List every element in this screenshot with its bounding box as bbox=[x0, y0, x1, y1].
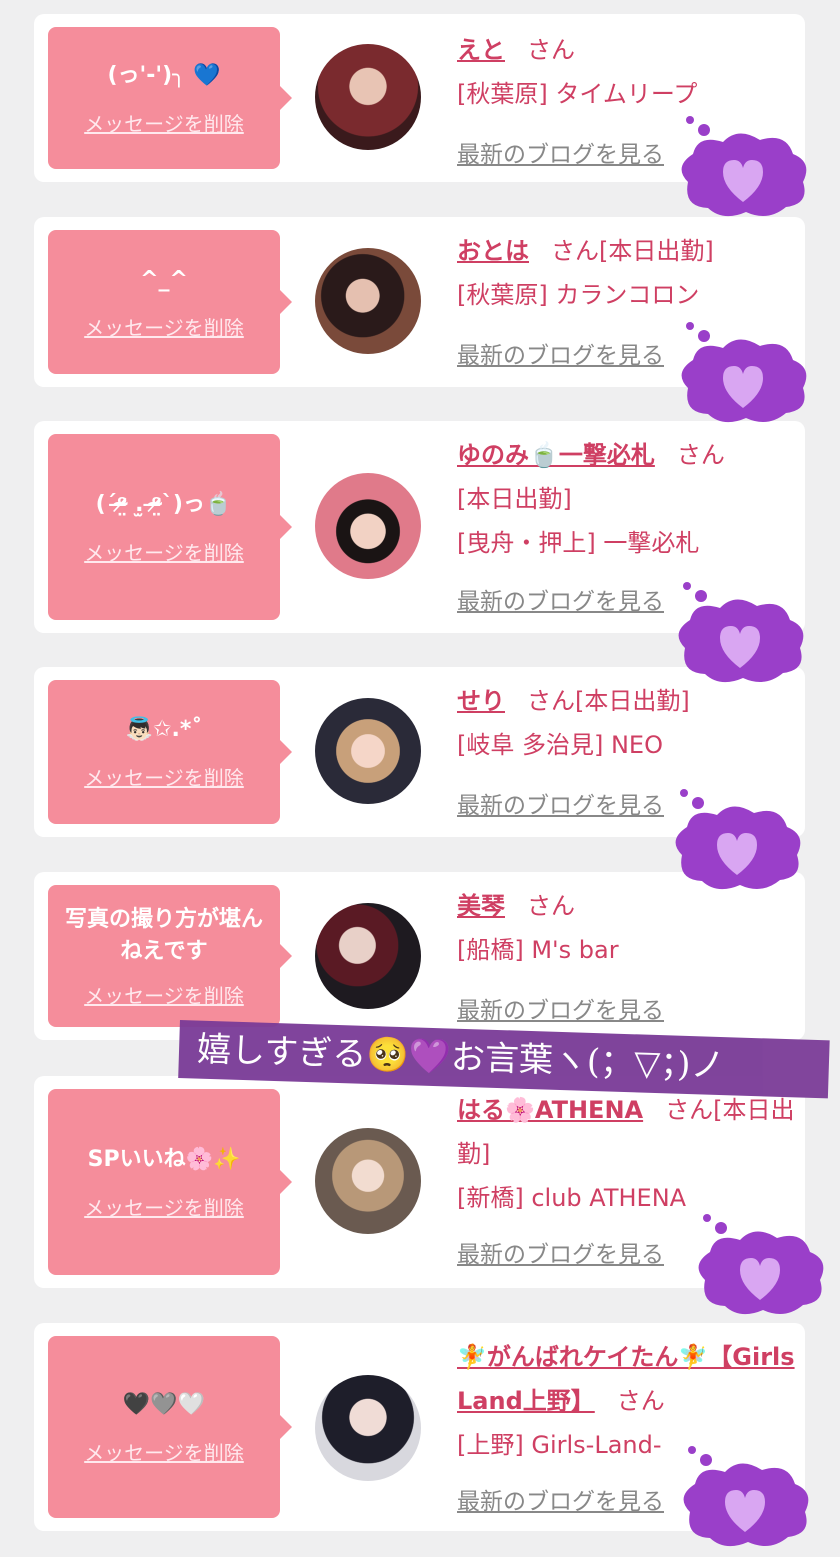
delete-message-link[interactable]: メッセージを削除 bbox=[84, 1192, 244, 1221]
delete-message-link[interactable]: メッセージを削除 bbox=[84, 537, 244, 566]
honorific: さん bbox=[665, 1096, 714, 1124]
honorific: さん bbox=[527, 892, 575, 920]
message-bubble: (ˊᵒ̴̶̷̤ .̫ ᵒ̴̶̷̤ˋ)っ🍵 メッセージを削除 bbox=[48, 434, 292, 620]
profile-info: 美琴 さん [船橋] M's bar 最新のブログを見る bbox=[457, 884, 797, 1033]
honorific: さん bbox=[527, 36, 575, 64]
attendance-status: [本日出勤] bbox=[599, 237, 714, 265]
delete-message-link[interactable]: メッセージを削除 bbox=[84, 762, 244, 791]
latest-blog-link[interactable]: 最新のブログを見る bbox=[457, 142, 664, 168]
message-bubble: ^_^ メッセージを削除 bbox=[48, 230, 292, 374]
latest-blog-link[interactable]: 最新のブログを見る bbox=[457, 343, 664, 369]
honorific: さん bbox=[551, 237, 599, 265]
message-bubble: 👼🏻✩.*˚ メッセージを削除 bbox=[48, 680, 292, 824]
profile-name-link[interactable]: ゆのみ🍵一撃必札 bbox=[457, 441, 655, 469]
message-text: (ˊᵒ̴̶̷̤ .̫ ᵒ̴̶̷̤ˋ)っ🍵 bbox=[95, 491, 233, 517]
profile-name-link[interactable]: せり bbox=[457, 687, 505, 715]
profile-name-link[interactable]: えと bbox=[457, 36, 505, 64]
shop-label: [秋葉原] カランコロン bbox=[457, 281, 700, 309]
attendance-status: [本日出勤] bbox=[457, 485, 572, 513]
attendance-status: [本日出勤] bbox=[575, 687, 690, 715]
message-text: 🖤🩶🤍 bbox=[122, 1391, 206, 1417]
avatar[interactable] bbox=[315, 473, 421, 579]
latest-blog-link[interactable]: 最新のブログを見る bbox=[457, 998, 664, 1024]
latest-blog-link[interactable]: 最新のブログを見る bbox=[457, 793, 664, 819]
purple-heart-cloud-sticker bbox=[681, 116, 807, 217]
message-text: (っ'-')╮ 💙 bbox=[107, 62, 221, 88]
honorific: さん bbox=[527, 687, 575, 715]
delete-message-link[interactable]: メッセージを削除 bbox=[84, 108, 244, 137]
latest-blog-link[interactable]: 最新のブログを見る bbox=[457, 1489, 664, 1515]
message-bubble: SPいいね🌸✨ メッセージを削除 bbox=[48, 1089, 292, 1275]
purple-heart-cloud-sticker bbox=[681, 322, 807, 423]
shop-label: [岐阜 多治見] NEO bbox=[457, 731, 663, 759]
delete-message-link[interactable]: メッセージを削除 bbox=[84, 980, 244, 1009]
delete-message-link[interactable]: メッセージを削除 bbox=[84, 1437, 244, 1466]
purple-heart-cloud-sticker bbox=[678, 582, 804, 683]
avatar[interactable] bbox=[315, 248, 421, 354]
profile-name-link[interactable]: おとは bbox=[457, 237, 529, 265]
message-text: 👼🏻✩.*˚ bbox=[125, 716, 203, 742]
profile-name-link[interactable]: 美琴 bbox=[457, 892, 505, 920]
message-bubble: (っ'-')╮ 💙 メッセージを削除 bbox=[48, 27, 292, 169]
shop-label: [秋葉原] タイムリープ bbox=[457, 80, 698, 108]
message-bubble: 写真の撮り方が堪んねえです メッセージを削除 bbox=[48, 885, 292, 1027]
latest-blog-link[interactable]: 最新のブログを見る bbox=[457, 1242, 664, 1268]
message-card: 写真の撮り方が堪んねえです メッセージを削除 美琴 さん [船橋] M's bar… bbox=[34, 872, 805, 1040]
latest-blog-link[interactable]: 最新のブログを見る bbox=[457, 589, 664, 615]
honorific: さん bbox=[676, 441, 725, 469]
avatar[interactable] bbox=[315, 44, 421, 150]
purple-heart-cloud-sticker bbox=[698, 1214, 824, 1315]
shop-label: [船橋] M's bar bbox=[457, 936, 619, 964]
shop-label: [曳舟・押上] 一撃必札 bbox=[457, 529, 700, 557]
honorific: さん bbox=[616, 1387, 665, 1415]
purple-heart-cloud-sticker bbox=[675, 789, 801, 890]
avatar[interactable] bbox=[315, 1128, 421, 1234]
purple-heart-cloud-sticker bbox=[683, 1446, 809, 1547]
message-bubble: 🖤🩶🤍 メッセージを削除 bbox=[48, 1336, 292, 1518]
avatar[interactable] bbox=[315, 698, 421, 804]
avatar[interactable] bbox=[315, 1375, 421, 1481]
message-text: 写真の撮り方が堪んねえです bbox=[64, 906, 263, 964]
profile-name-link[interactable]: はる🌸ATHENA bbox=[457, 1096, 643, 1124]
message-text: ^_^ bbox=[140, 266, 188, 292]
avatar[interactable] bbox=[315, 903, 421, 1009]
message-text: SPいいね🌸✨ bbox=[87, 1146, 241, 1172]
delete-message-link[interactable]: メッセージを削除 bbox=[84, 312, 244, 341]
